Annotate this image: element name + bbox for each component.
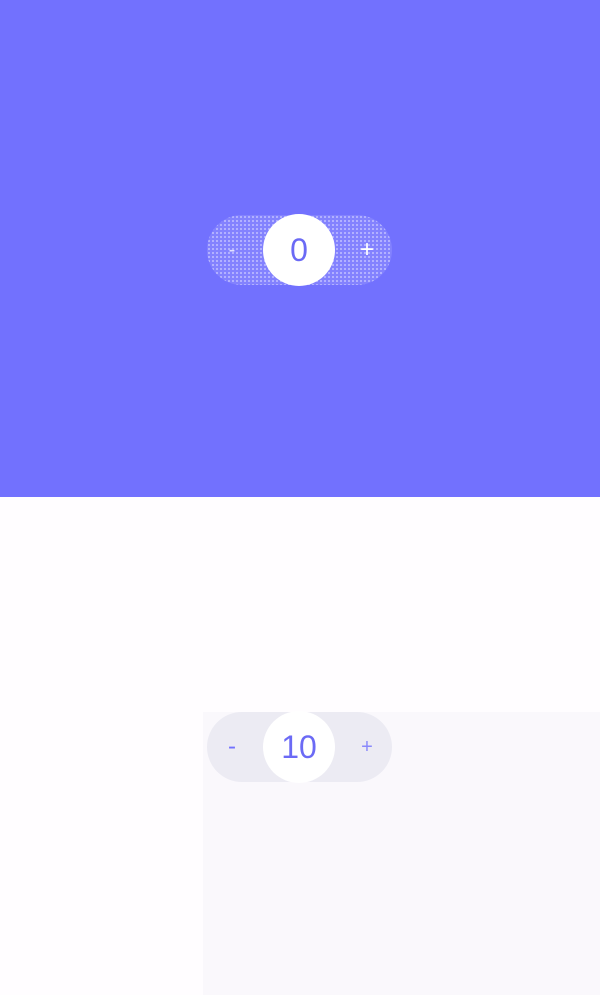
decrement-button[interactable]: - (207, 215, 257, 285)
counter-value: 10 (263, 711, 335, 783)
counter-stepper-light: - 10 + (207, 711, 392, 783)
counter-value: 0 (263, 214, 335, 286)
decrement-button[interactable]: - (207, 712, 257, 782)
top-panel: - 0 + (0, 0, 600, 497)
increment-button[interactable]: + (342, 215, 392, 285)
counter-stepper: - 0 + (207, 214, 392, 286)
increment-button[interactable]: + (342, 712, 392, 782)
